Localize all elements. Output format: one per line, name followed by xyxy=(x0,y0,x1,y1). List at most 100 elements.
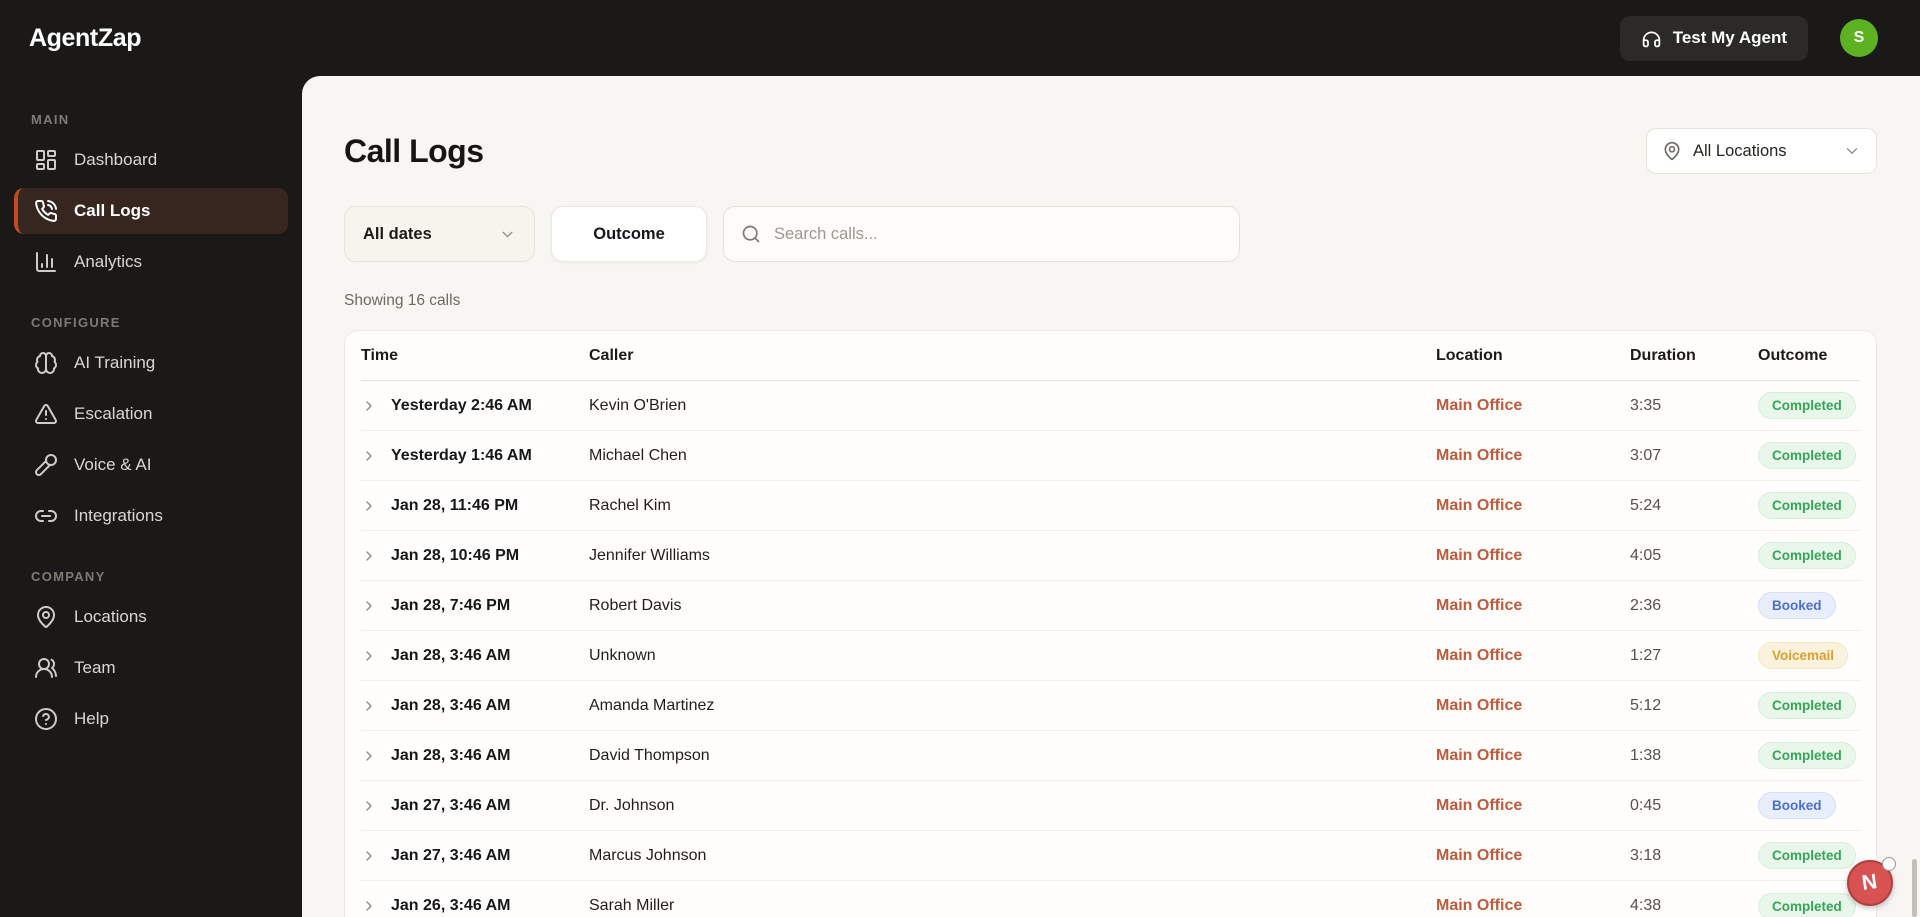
sidebar-section-label: COMPANY xyxy=(31,569,106,584)
call-location-link[interactable]: Main Office xyxy=(1436,397,1630,415)
test-my-agent-button[interactable]: Test My Agent xyxy=(1619,15,1808,61)
sidebar-item-help[interactable]: Help xyxy=(14,696,288,742)
column-header-location: Location xyxy=(1436,346,1503,364)
call-location-link[interactable]: Main Office xyxy=(1436,797,1630,815)
sidebar-item-dashboard[interactable]: Dashboard xyxy=(14,137,288,183)
table-row[interactable]: Jan 28, 3:46 AM Amanda Martinez Main Off… xyxy=(361,681,1860,731)
outcome-badge-completed: Completed xyxy=(1758,892,1856,917)
chevron-right-icon[interactable] xyxy=(361,398,377,414)
call-duration: 2:36 xyxy=(1630,596,1662,614)
table-row[interactable]: Jan 28, 3:46 AM Unknown Main Office 1:27… xyxy=(361,631,1860,681)
column-header-caller: Caller xyxy=(589,346,634,364)
table-row[interactable]: Jan 26, 3:46 AM Sarah Miller Main Office… xyxy=(361,881,1860,917)
sidebar-item-label: Locations xyxy=(74,607,147,626)
outcome-badge-completed: Completed xyxy=(1758,442,1856,469)
table-row[interactable]: Yesterday 2:46 AM Kevin O'Brien Main Off… xyxy=(361,381,1860,431)
call-location-link[interactable]: Main Office xyxy=(1436,847,1630,865)
call-location-link[interactable]: Main Office xyxy=(1436,497,1630,515)
call-location-link[interactable]: Main Office xyxy=(1436,447,1630,465)
column-header-outcome: Outcome xyxy=(1758,346,1828,364)
sidebar-item-label: AI Training xyxy=(74,353,156,372)
help-circle-icon xyxy=(34,707,58,731)
outcome-filter-button[interactable]: Outcome xyxy=(551,206,707,262)
call-caller: Michael Chen xyxy=(589,446,687,464)
call-time: Jan 28, 3:46 AM xyxy=(391,696,511,714)
call-time: Jan 28, 3:46 AM xyxy=(391,746,511,764)
call-caller: Marcus Johnson xyxy=(589,846,707,864)
table-row[interactable]: Jan 27, 3:46 AM Dr. Johnson Main Office … xyxy=(361,781,1860,831)
table-row[interactable]: Jan 28, 10:46 PM Jennifer Williams Main … xyxy=(361,531,1860,581)
sidebar-item-analytics[interactable]: Analytics xyxy=(14,239,288,285)
call-duration: 5:12 xyxy=(1630,696,1662,714)
sidebar-item-locations[interactable]: Locations xyxy=(14,594,288,640)
chevron-right-icon[interactable] xyxy=(361,448,377,464)
outcome-badge-voicemail: Voicemail xyxy=(1758,642,1849,669)
sidebar-item-label: Dashboard xyxy=(74,150,158,169)
call-time: Jan 27, 3:46 AM xyxy=(391,796,511,814)
sidebar-item-voice-ai[interactable]: Voice & AI xyxy=(14,442,288,488)
sidebar-item-team[interactable]: Team xyxy=(14,645,288,691)
call-location-link[interactable]: Main Office xyxy=(1436,897,1630,915)
date-filter-dropdown[interactable]: All dates xyxy=(344,206,535,262)
avatar-initial: S xyxy=(1853,29,1865,46)
chevron-right-icon[interactable] xyxy=(361,798,377,814)
chevron-right-icon[interactable] xyxy=(361,648,377,664)
call-caller: Robert Davis xyxy=(589,596,682,614)
call-time: Jan 28, 11:46 PM xyxy=(391,496,519,514)
results-count: Showing 16 calls xyxy=(344,292,461,309)
floating-widget-letter: N xyxy=(1860,870,1880,895)
call-duration: 3:18 xyxy=(1630,846,1662,864)
sidebar-item-integrations[interactable]: Integrations xyxy=(14,493,288,539)
chevron-down-icon xyxy=(499,226,516,243)
sidebar-item-label: Help xyxy=(74,709,109,728)
chevron-right-icon[interactable] xyxy=(361,598,377,614)
chevron-right-icon[interactable] xyxy=(361,498,377,514)
phone-call-icon xyxy=(34,199,58,223)
dashboard-icon xyxy=(34,148,58,172)
microphone-icon xyxy=(34,453,58,477)
outcome-filter-label: Outcome xyxy=(593,224,665,243)
brain-icon xyxy=(34,351,58,375)
sidebar-item-ai-training[interactable]: AI Training xyxy=(14,340,288,386)
content-header: Call Logs All Locations xyxy=(344,128,1877,174)
location-filter-dropdown[interactable]: All Locations xyxy=(1646,128,1877,174)
chevron-right-icon[interactable] xyxy=(361,848,377,864)
chevron-down-icon xyxy=(1843,142,1861,160)
chevron-right-icon[interactable] xyxy=(361,698,377,714)
map-pin-icon xyxy=(1662,141,1682,161)
call-caller: Kevin O'Brien xyxy=(589,396,687,414)
call-caller: Rachel Kim xyxy=(589,496,671,514)
table-header-row: Time Caller Location Duration Outcome xyxy=(361,331,1860,381)
call-location-link[interactable]: Main Office xyxy=(1436,697,1630,715)
table-row[interactable]: Yesterday 1:46 AM Michael Chen Main Offi… xyxy=(361,431,1860,481)
table-row[interactable]: Jan 28, 11:46 PM Rachel Kim Main Office … xyxy=(361,481,1860,531)
content-panel: Call Logs All Locations All dates Outcom… xyxy=(302,76,1920,917)
chevron-right-icon[interactable] xyxy=(361,748,377,764)
table-row[interactable]: Jan 27, 3:46 AM Marcus Johnson Main Offi… xyxy=(361,831,1860,881)
table-row[interactable]: Jan 28, 3:46 AM David Thompson Main Offi… xyxy=(361,731,1860,781)
call-location-link[interactable]: Main Office xyxy=(1436,747,1630,765)
chevron-right-icon[interactable] xyxy=(361,898,377,914)
sidebar-item-label: Analytics xyxy=(74,252,143,271)
link-icon xyxy=(34,504,58,528)
sidebar-item-label: Integrations xyxy=(74,506,163,525)
scrollbar-thumb[interactable] xyxy=(1912,859,1917,917)
call-location-link[interactable]: Main Office xyxy=(1436,647,1630,665)
column-header-time: Time xyxy=(361,346,399,364)
brand-logo: AgentZap xyxy=(29,23,142,52)
call-time: Jan 28, 10:46 PM xyxy=(391,546,520,564)
call-duration: 3:35 xyxy=(1630,396,1662,414)
call-caller: Jennifer Williams xyxy=(589,546,710,564)
date-filter-label: All dates xyxy=(363,224,432,243)
sidebar-item-escalation[interactable]: Escalation xyxy=(14,391,288,437)
call-location-link[interactable]: Main Office xyxy=(1436,597,1630,615)
sidebar-section-label: MAIN xyxy=(31,112,70,127)
chevron-right-icon[interactable] xyxy=(361,548,377,564)
user-avatar[interactable]: S xyxy=(1840,19,1878,57)
search-input[interactable] xyxy=(774,224,1222,244)
call-duration: 3:07 xyxy=(1630,446,1662,464)
call-location-link[interactable]: Main Office xyxy=(1436,547,1630,565)
outcome-badge-completed: Completed xyxy=(1758,692,1856,719)
sidebar-item-call-logs[interactable]: Call Logs xyxy=(14,188,288,234)
table-row[interactable]: Jan 28, 7:46 PM Robert Davis Main Office… xyxy=(361,581,1860,631)
